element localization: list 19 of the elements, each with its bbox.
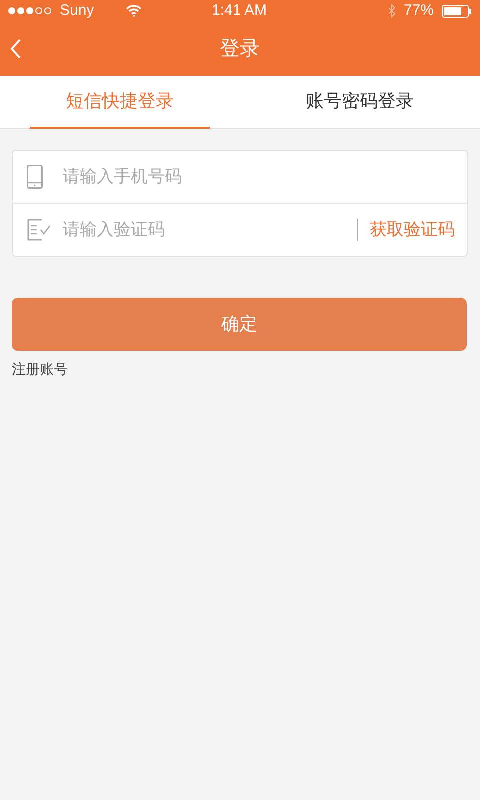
register-link[interactable]: 注册账号	[12, 359, 68, 380]
status-time: 1:41 AM	[212, 0, 268, 21]
wifi-icon	[126, 5, 142, 17]
carrier-name: Suny	[60, 0, 94, 21]
confirm-button[interactable]: 确定	[12, 298, 467, 351]
phone-input[interactable]: 请输入手机号码	[63, 164, 467, 190]
back-icon	[10, 39, 22, 59]
get-code-button[interactable]: 获取验证码	[358, 217, 467, 243]
verify-code-icon	[27, 219, 51, 241]
battery-percent: 77%	[404, 0, 434, 21]
bluetooth-icon	[388, 4, 396, 18]
battery-icon	[442, 4, 472, 18]
signal-icon	[8, 7, 52, 15]
back-button[interactable]	[10, 39, 22, 59]
phone-icon	[27, 165, 43, 189]
login-tab[interactable]: 短信快捷登录	[30, 76, 210, 129]
login-tab[interactable]: 账号密码登录	[270, 76, 450, 129]
page-title: 登录	[220, 37, 260, 62]
code-input[interactable]: 请输入验证码	[63, 217, 357, 243]
